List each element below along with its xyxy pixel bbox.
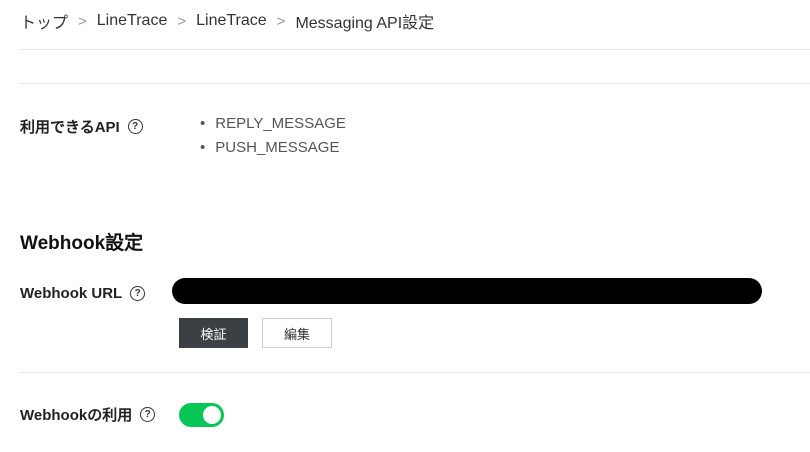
divider	[19, 49, 810, 50]
webhook-use-toggle[interactable]	[179, 403, 224, 427]
verify-button[interactable]: 検証	[179, 318, 248, 348]
toggle-knob	[203, 406, 221, 424]
breadcrumb: トップ > LineTrace > LineTrace > Messaging …	[20, 10, 434, 32]
available-api-label-text: 利用できるAPI	[20, 118, 120, 136]
help-icon[interactable]: ?	[127, 118, 143, 134]
list-item: PUSH_MESSAGE	[200, 138, 346, 162]
help-icon[interactable]: ?	[130, 285, 146, 301]
chevron-right-icon: >	[78, 12, 87, 30]
webhook-section-title: Webhook設定	[20, 233, 144, 254]
breadcrumb-channel[interactable]: LineTrace	[196, 12, 267, 30]
chevron-right-icon: >	[276, 12, 286, 30]
webhook-url-label-text: Webhook URL	[20, 284, 123, 302]
webhook-url-redacted	[172, 278, 762, 304]
breadcrumb-current: Messaging API設定	[295, 15, 435, 32]
chevron-right-icon: >	[177, 12, 187, 30]
available-api-list: REPLY_MESSAGE PUSH_MESSAGE	[200, 114, 346, 162]
list-item: REPLY_MESSAGE	[200, 114, 346, 138]
breadcrumb-top[interactable]: トップ	[20, 9, 68, 33]
breadcrumb-provider[interactable]: LineTrace	[97, 12, 168, 30]
webhook-use-label-text: Webhookの利用	[20, 406, 133, 424]
divider	[19, 83, 810, 84]
divider	[19, 372, 810, 373]
webhook-url-label: Webhook URL ?	[20, 283, 146, 303]
available-api-label: 利用できるAPI ?	[20, 116, 143, 136]
webhook-use-label: Webhookの利用 ?	[20, 404, 156, 424]
edit-button[interactable]: 編集	[262, 318, 332, 348]
help-icon[interactable]: ?	[140, 406, 156, 422]
